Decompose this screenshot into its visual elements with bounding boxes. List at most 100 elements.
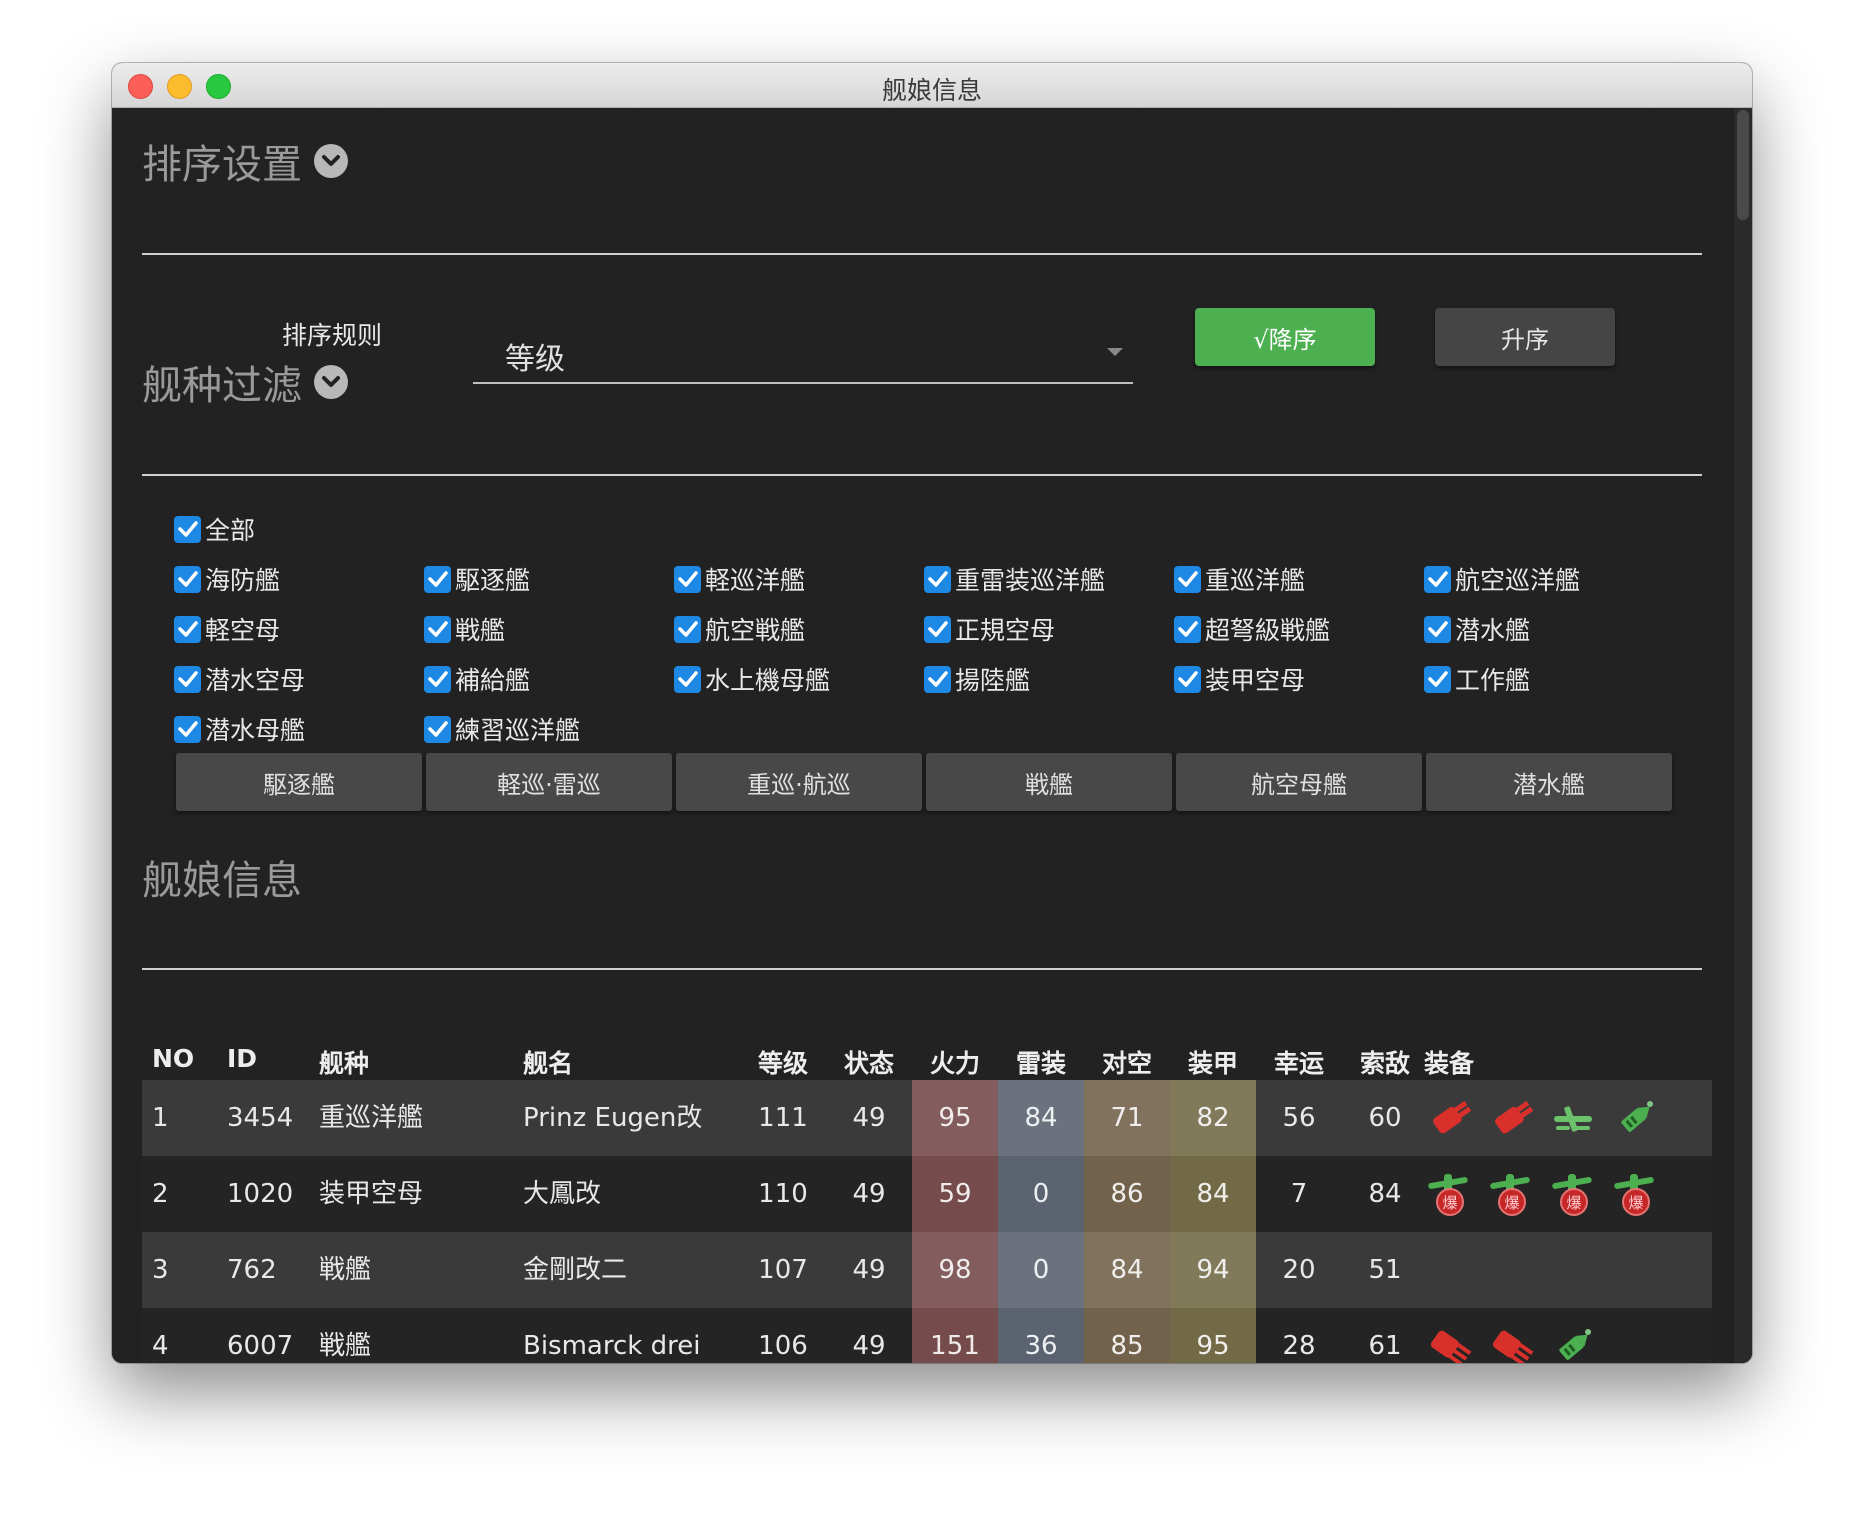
filter-type-checkbox[interactable]: 航空戦艦 <box>674 611 805 647</box>
checkbox-checked-icon[interactable] <box>174 715 201 743</box>
checkbox-checked-icon[interactable] <box>1424 615 1451 643</box>
column-header[interactable]: 对空 <box>1084 1044 1170 1080</box>
column-header[interactable]: 索敌 <box>1342 1044 1428 1080</box>
scrollbar-thumb[interactable] <box>1737 110 1749 220</box>
checkbox-label: 戦艦 <box>455 616 506 645</box>
filter-type-checkbox[interactable]: 水上機母艦 <box>674 661 830 697</box>
column-header[interactable]: ID <box>227 1044 307 1073</box>
column-header[interactable]: NO <box>152 1044 212 1073</box>
vertical-scrollbar[interactable] <box>1734 108 1752 1363</box>
checkbox-label: 補給艦 <box>455 666 531 695</box>
cell-type: 重巡洋艦 <box>319 1103 424 1133</box>
section-divider <box>142 474 1702 476</box>
checkbox-checked-icon[interactable] <box>174 565 201 593</box>
column-header[interactable]: 舰种 <box>319 1044 499 1080</box>
checkbox-label: 軽空母 <box>205 616 281 645</box>
filter-section-header[interactable]: 舰种过滤 <box>142 353 348 411</box>
checkbox-label: 軽巡洋艦 <box>705 566 806 595</box>
filter-type-checkbox[interactable]: 航空巡洋艦 <box>1424 561 1580 597</box>
filter-type-checkbox[interactable]: 潜水艦 <box>1424 611 1530 647</box>
checkbox-checked-icon[interactable] <box>174 615 201 643</box>
column-header[interactable]: 幸运 <box>1256 1044 1342 1080</box>
checkbox-checked-icon[interactable] <box>924 665 951 693</box>
category-button[interactable]: 潜水艦 <box>1426 753 1672 811</box>
checkbox-checked-icon[interactable] <box>424 715 451 743</box>
cell-luck: 28 <box>1282 1331 1316 1361</box>
category-button[interactable]: 駆逐艦 <box>176 753 422 811</box>
checkbox-checked-icon[interactable] <box>424 565 451 593</box>
sort-section-header[interactable]: 排序设置 <box>142 132 348 190</box>
filter-type-checkbox[interactable]: 練習巡洋艦 <box>424 711 580 747</box>
red-heavy-gun-icon <box>1424 1324 1474 1363</box>
red-gun-icon <box>1424 1096 1474 1142</box>
cell-level: 107 <box>758 1255 808 1285</box>
cell-luck: 7 <box>1290 1179 1308 1209</box>
info-section-title: 舰娘信息 <box>142 858 302 904</box>
checkbox-checked-icon[interactable] <box>924 615 951 643</box>
filter-type-checkbox[interactable]: 正規空母 <box>924 611 1055 647</box>
column-header[interactable]: 火力 <box>912 1044 998 1080</box>
filter-type-checkbox[interactable]: 重巡洋艦 <box>1174 561 1305 597</box>
filter-type-checkbox[interactable]: 海防艦 <box>174 561 280 597</box>
cell-no: 4 <box>152 1331 169 1361</box>
cell-type: 装甲空母 <box>319 1179 424 1209</box>
category-button[interactable]: 戦艦 <box>926 753 1172 811</box>
svg-text:爆: 爆 <box>1442 1194 1457 1212</box>
filter-type-checkbox[interactable]: 揚陸艦 <box>924 661 1030 697</box>
cell-no: 1 <box>152 1103 169 1133</box>
filter-type-checkbox[interactable]: 装甲空母 <box>1174 661 1305 697</box>
descending-button[interactable]: √降序 <box>1195 308 1375 366</box>
filter-type-checkbox[interactable]: 潜水母艦 <box>174 711 305 747</box>
checkbox-checked-icon[interactable] <box>424 615 451 643</box>
stat-column-highlight <box>1084 1080 1170 1363</box>
checkbox-checked-icon[interactable] <box>924 565 951 593</box>
cell-los: 60 <box>1368 1103 1402 1133</box>
column-header[interactable]: 装备 <box>1424 1044 1624 1080</box>
checkbox-checked-icon[interactable] <box>1174 615 1201 643</box>
cell-name: Prinz Eugen改 <box>523 1103 703 1133</box>
column-header[interactable]: 装甲 <box>1170 1044 1256 1080</box>
checkbox-checked-icon[interactable] <box>674 615 701 643</box>
chevron-down-icon[interactable] <box>314 144 348 178</box>
column-header[interactable]: 舰名 <box>523 1044 743 1080</box>
filter-type-checkbox[interactable]: 補給艦 <box>424 661 530 697</box>
filter-type-checkbox[interactable]: 超弩級戦艦 <box>1174 611 1330 647</box>
category-button[interactable]: 航空母艦 <box>1176 753 1422 811</box>
category-button[interactable]: 重巡·航巡 <box>676 753 922 811</box>
checkbox-checked-icon[interactable] <box>174 515 201 543</box>
checkbox-checked-icon[interactable] <box>674 665 701 693</box>
filter-type-checkbox[interactable]: 潜水空母 <box>174 661 305 697</box>
category-button[interactable]: 軽巡·雷巡 <box>426 753 672 811</box>
column-header[interactable]: 等级 <box>740 1044 826 1080</box>
checkbox-label: 重雷装巡洋艦 <box>955 566 1106 595</box>
cell-level: 110 <box>758 1179 808 1209</box>
checkbox-checked-icon[interactable] <box>674 565 701 593</box>
svg-text:爆: 爆 <box>1566 1194 1581 1212</box>
sort-rule-select[interactable]: 等级 <box>473 308 1133 384</box>
checkbox-label: 装甲空母 <box>1205 666 1306 695</box>
filter-type-checkbox[interactable]: 駆逐艦 <box>424 561 530 597</box>
checkbox-checked-icon[interactable] <box>1424 665 1451 693</box>
filter-type-checkbox[interactable]: 軽巡洋艦 <box>674 561 805 597</box>
checkbox-label: 工作艦 <box>1455 666 1531 695</box>
filter-type-checkbox[interactable]: 重雷装巡洋艦 <box>924 561 1105 597</box>
svg-text:爆: 爆 <box>1504 1194 1519 1212</box>
checkbox-checked-icon[interactable] <box>1174 565 1201 593</box>
filter-type-checkbox[interactable]: 工作艦 <box>1424 661 1530 697</box>
checkbox-checked-icon[interactable] <box>1424 565 1451 593</box>
checkbox-label: 潜水母艦 <box>205 716 306 745</box>
cell-cond: 49 <box>852 1255 886 1285</box>
column-header[interactable]: 雷装 <box>998 1044 1084 1080</box>
filter-type-checkbox[interactable]: 軽空母 <box>174 611 280 647</box>
checkbox-checked-icon[interactable] <box>1174 665 1201 693</box>
column-header[interactable]: 状态 <box>826 1044 912 1080</box>
checkbox-checked-icon[interactable] <box>174 665 201 693</box>
checkbox-checked-icon[interactable] <box>424 665 451 693</box>
cell-type: 戦艦 <box>319 1331 372 1361</box>
green-bomber-icon: 爆 <box>1486 1172 1536 1218</box>
ascending-button[interactable]: 升序 <box>1435 308 1615 366</box>
chevron-down-icon[interactable] <box>314 365 348 399</box>
filter-all-checkbox[interactable]: 全部 <box>174 511 255 547</box>
filter-type-checkbox[interactable]: 戦艦 <box>424 611 505 647</box>
section-divider <box>142 253 1702 255</box>
